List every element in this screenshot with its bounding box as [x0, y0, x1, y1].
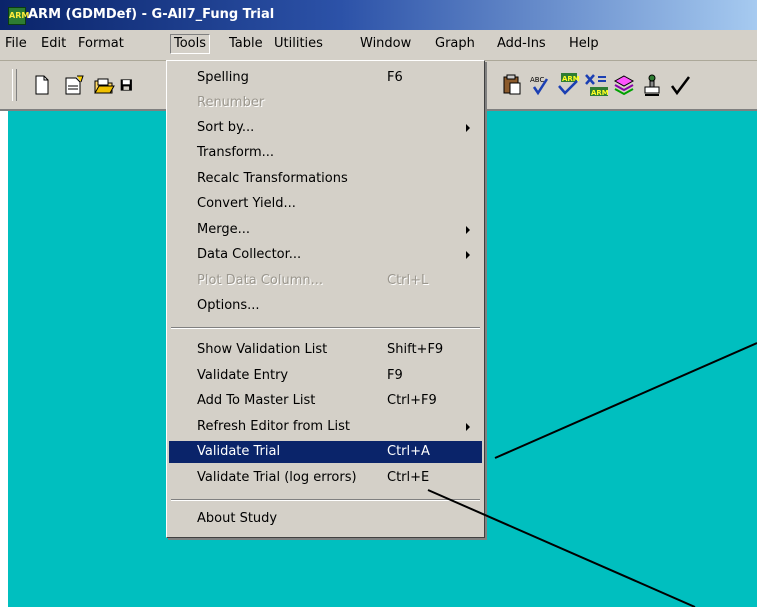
new-file-icon[interactable] — [30, 73, 54, 97]
open-folder-icon[interactable] — [92, 73, 116, 97]
menu-item-label: Add To Master List — [197, 393, 316, 408]
menu-item-label: Convert Yield... — [197, 196, 296, 211]
menu-item-label: Show Validation List — [197, 342, 328, 357]
menu-help[interactable]: Help — [566, 35, 602, 53]
tools-menu-dropdown: Spelling F6 Renumber Sort by... Transfor… — [166, 60, 485, 538]
menu-item-recalc-transformations[interactable]: Recalc Transformations — [169, 168, 482, 190]
menu-item-label: Plot Data Column... — [197, 273, 323, 288]
spelling-icon[interactable]: ABC — [528, 73, 552, 97]
menu-window[interactable]: Window — [357, 35, 414, 53]
menu-item-validate-trial-log-errors[interactable]: Validate Trial (log errors) Ctrl+E — [169, 467, 482, 489]
menu-format[interactable]: Format — [75, 35, 127, 53]
menu-tools[interactable]: Tools — [170, 34, 211, 54]
menu-item-sort-by[interactable]: Sort by... — [169, 117, 482, 139]
menu-item-shortcut: Ctrl+F9 — [387, 393, 437, 408]
open-file-icon[interactable] — [62, 73, 86, 97]
menu-item-label: Recalc Transformations — [197, 171, 348, 186]
menu-file[interactable]: File — [2, 35, 30, 53]
submenu-arrow-icon — [466, 226, 470, 234]
menu-item-refresh-editor-from-list[interactable]: Refresh Editor from List — [169, 416, 482, 438]
menu-bar: File Edit Format Tools Table Utilities W… — [0, 30, 757, 61]
menu-graph[interactable]: Graph — [432, 35, 478, 53]
window-title: ARM (GDMDef) - G-All7_Fung Trial — [28, 7, 275, 22]
menu-item-validate-entry[interactable]: Validate Entry F9 — [169, 365, 482, 387]
validate-icon[interactable]: ARM — [556, 73, 580, 97]
menu-item-options[interactable]: Options... — [169, 295, 482, 317]
menu-item-data-collector[interactable]: Data Collector... — [169, 244, 482, 266]
toolbar-grip[interactable] — [12, 69, 17, 101]
menu-item-about-study[interactable]: About Study — [169, 508, 482, 530]
menu-item-label: Data Collector... — [197, 247, 302, 262]
menu-item-spelling[interactable]: Spelling F6 — [169, 67, 482, 89]
menu-item-label: Sort by... — [197, 120, 255, 135]
menu-item-label: Validate Trial — [197, 444, 281, 459]
menu-item-shortcut: Ctrl+A — [387, 444, 430, 459]
arm-app-icon[interactable]: ARM — [8, 7, 29, 25]
menu-table[interactable]: Table — [226, 35, 266, 53]
submenu-arrow-icon — [466, 124, 470, 132]
menu-item-show-validation-list[interactable]: Show Validation List Shift+F9 — [169, 339, 482, 361]
menu-separator — [171, 327, 480, 329]
excel-arm-icon[interactable]: ARM — [584, 73, 608, 97]
menu-utilities[interactable]: Utilities — [271, 35, 326, 53]
menu-item-label: Validate Entry — [197, 368, 289, 383]
menu-separator — [171, 499, 480, 501]
checkmark-icon[interactable] — [668, 73, 692, 97]
menu-edit[interactable]: Edit — [38, 35, 69, 53]
menu-item-shortcut: Ctrl+E — [387, 470, 430, 485]
submenu-arrow-icon — [466, 423, 470, 431]
menu-item-transform[interactable]: Transform... — [169, 142, 482, 164]
save-icon[interactable] — [120, 73, 134, 97]
menu-add-ins[interactable]: Add-Ins — [494, 35, 549, 53]
menu-item-validate-trial[interactable]: Validate Trial Ctrl+A — [169, 441, 482, 463]
menu-item-label: Spelling — [197, 70, 249, 85]
books-icon[interactable] — [612, 73, 636, 97]
submenu-arrow-icon — [466, 251, 470, 259]
paste-icon[interactable] — [500, 73, 524, 97]
menu-item-label: Options... — [197, 298, 260, 313]
svg-text:ARM: ARM — [591, 89, 608, 97]
menu-item-shortcut: F6 — [387, 70, 403, 85]
title-bar: ARM ARM (GDMDef) - G-All7_Fung Trial — [0, 0, 757, 30]
menu-item-label: Merge... — [197, 222, 250, 237]
menu-item-shortcut: Shift+F9 — [387, 342, 444, 357]
menu-item-add-to-master-list[interactable]: Add To Master List Ctrl+F9 — [169, 390, 482, 412]
menu-item-convert-yield[interactable]: Convert Yield... — [169, 193, 482, 215]
stamp-icon[interactable] — [640, 73, 664, 97]
menu-item-renumber: Renumber — [169, 92, 482, 114]
menu-item-label: Refresh Editor from List — [197, 419, 350, 434]
menu-item-merge[interactable]: Merge... — [169, 219, 482, 241]
menu-item-label: About Study — [197, 511, 278, 526]
menu-item-shortcut: Ctrl+L — [387, 273, 429, 288]
svg-text:ABC: ABC — [530, 76, 544, 84]
menu-item-shortcut: F9 — [387, 368, 403, 383]
menu-item-label: Validate Trial (log errors) — [197, 470, 357, 485]
menu-item-label: Renumber — [197, 95, 265, 110]
menu-item-plot-data-column: Plot Data Column... Ctrl+L — [169, 270, 482, 292]
menu-item-label: Transform... — [197, 145, 275, 160]
